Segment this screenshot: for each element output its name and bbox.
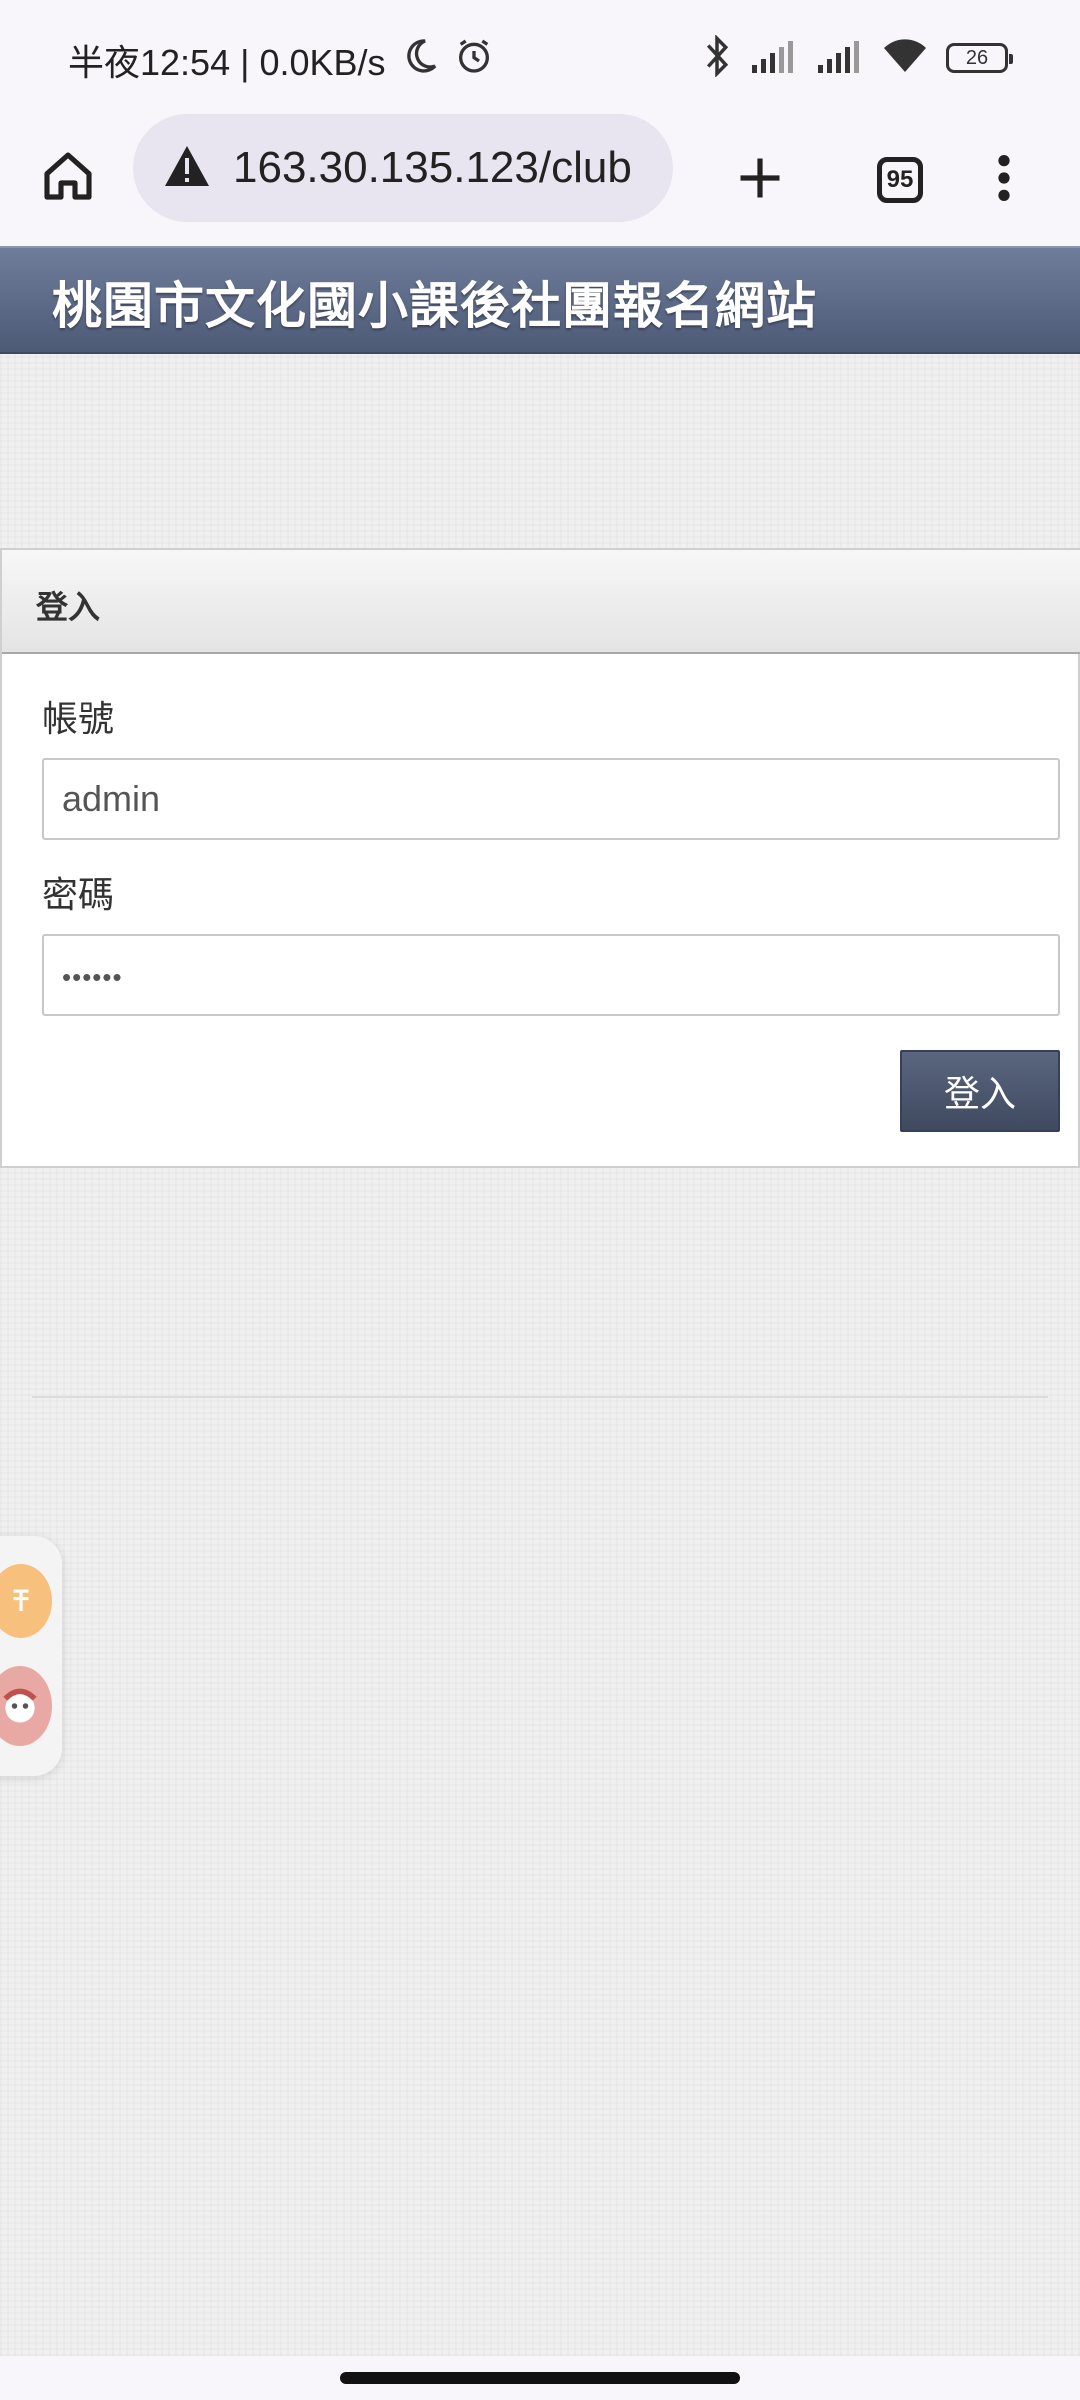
home-gesture-bar[interactable] bbox=[340, 2372, 740, 2384]
home-button[interactable] bbox=[32, 142, 104, 214]
floating-side-widget[interactable] bbox=[0, 1536, 62, 1776]
footer-divider bbox=[32, 1396, 1048, 1398]
status-bar: 半夜12:54 | 0.0KB/s 26 bbox=[0, 0, 1080, 114]
status-time: 半夜12:54 | 0.0KB/s bbox=[68, 42, 386, 83]
menu-button[interactable] bbox=[966, 142, 1042, 218]
site-title[interactable]: 桃園市文化國小課後社團報名網站 bbox=[52, 266, 817, 338]
status-left-icons bbox=[400, 34, 494, 82]
signal-icon-2 bbox=[816, 39, 864, 77]
home-icon bbox=[40, 148, 96, 208]
moon-icon bbox=[400, 36, 440, 80]
url-text: 163.30.135.123/club bbox=[233, 143, 632, 192]
password-masked-value: •••••• bbox=[62, 961, 123, 992]
more-vert-icon bbox=[994, 152, 1014, 208]
status-right-icons: 26 bbox=[702, 34, 1013, 82]
panel-heading-text: 登入 bbox=[36, 588, 101, 626]
login-panel: 登入 帳號 密碼 •••••• 登入 bbox=[0, 548, 1080, 1168]
signal-icon-1 bbox=[750, 39, 798, 77]
wifi-icon bbox=[882, 38, 928, 78]
tab-switcher-button[interactable]: 95 bbox=[862, 142, 938, 218]
battery-icon: 26 bbox=[946, 43, 1013, 73]
address-bar[interactable]: 163.30.135.123/club bbox=[133, 114, 673, 222]
panel-heading: 登入 bbox=[2, 550, 1080, 654]
navigation-gesture-area bbox=[0, 2356, 1080, 2400]
bluetooth-icon bbox=[702, 34, 732, 81]
username-field[interactable] bbox=[42, 758, 1060, 840]
tab-count: 95 bbox=[877, 157, 923, 203]
browser-toolbar: 163.30.135.123/club 95 bbox=[0, 114, 1080, 246]
alarm-icon bbox=[454, 36, 494, 80]
battery-level: 26 bbox=[965, 46, 989, 69]
site-header: 桃園市文化國小課後社團報名網站 bbox=[0, 246, 1080, 354]
floating-mascot-icon[interactable] bbox=[0, 1666, 52, 1746]
floating-app-icon[interactable] bbox=[0, 1564, 52, 1638]
login-button[interactable]: 登入 bbox=[900, 1050, 1060, 1132]
warning-triangle-icon bbox=[163, 144, 211, 192]
password-field[interactable]: •••••• bbox=[42, 934, 1060, 1016]
plus-icon bbox=[734, 152, 786, 208]
password-label: 密碼 bbox=[42, 875, 115, 916]
new-tab-button[interactable] bbox=[722, 142, 798, 218]
web-page: 桃園市文化國小課後社團報名網站 登入 帳號 密碼 •••••• 登入 bbox=[0, 246, 1080, 2356]
username-label: 帳號 bbox=[42, 699, 115, 740]
